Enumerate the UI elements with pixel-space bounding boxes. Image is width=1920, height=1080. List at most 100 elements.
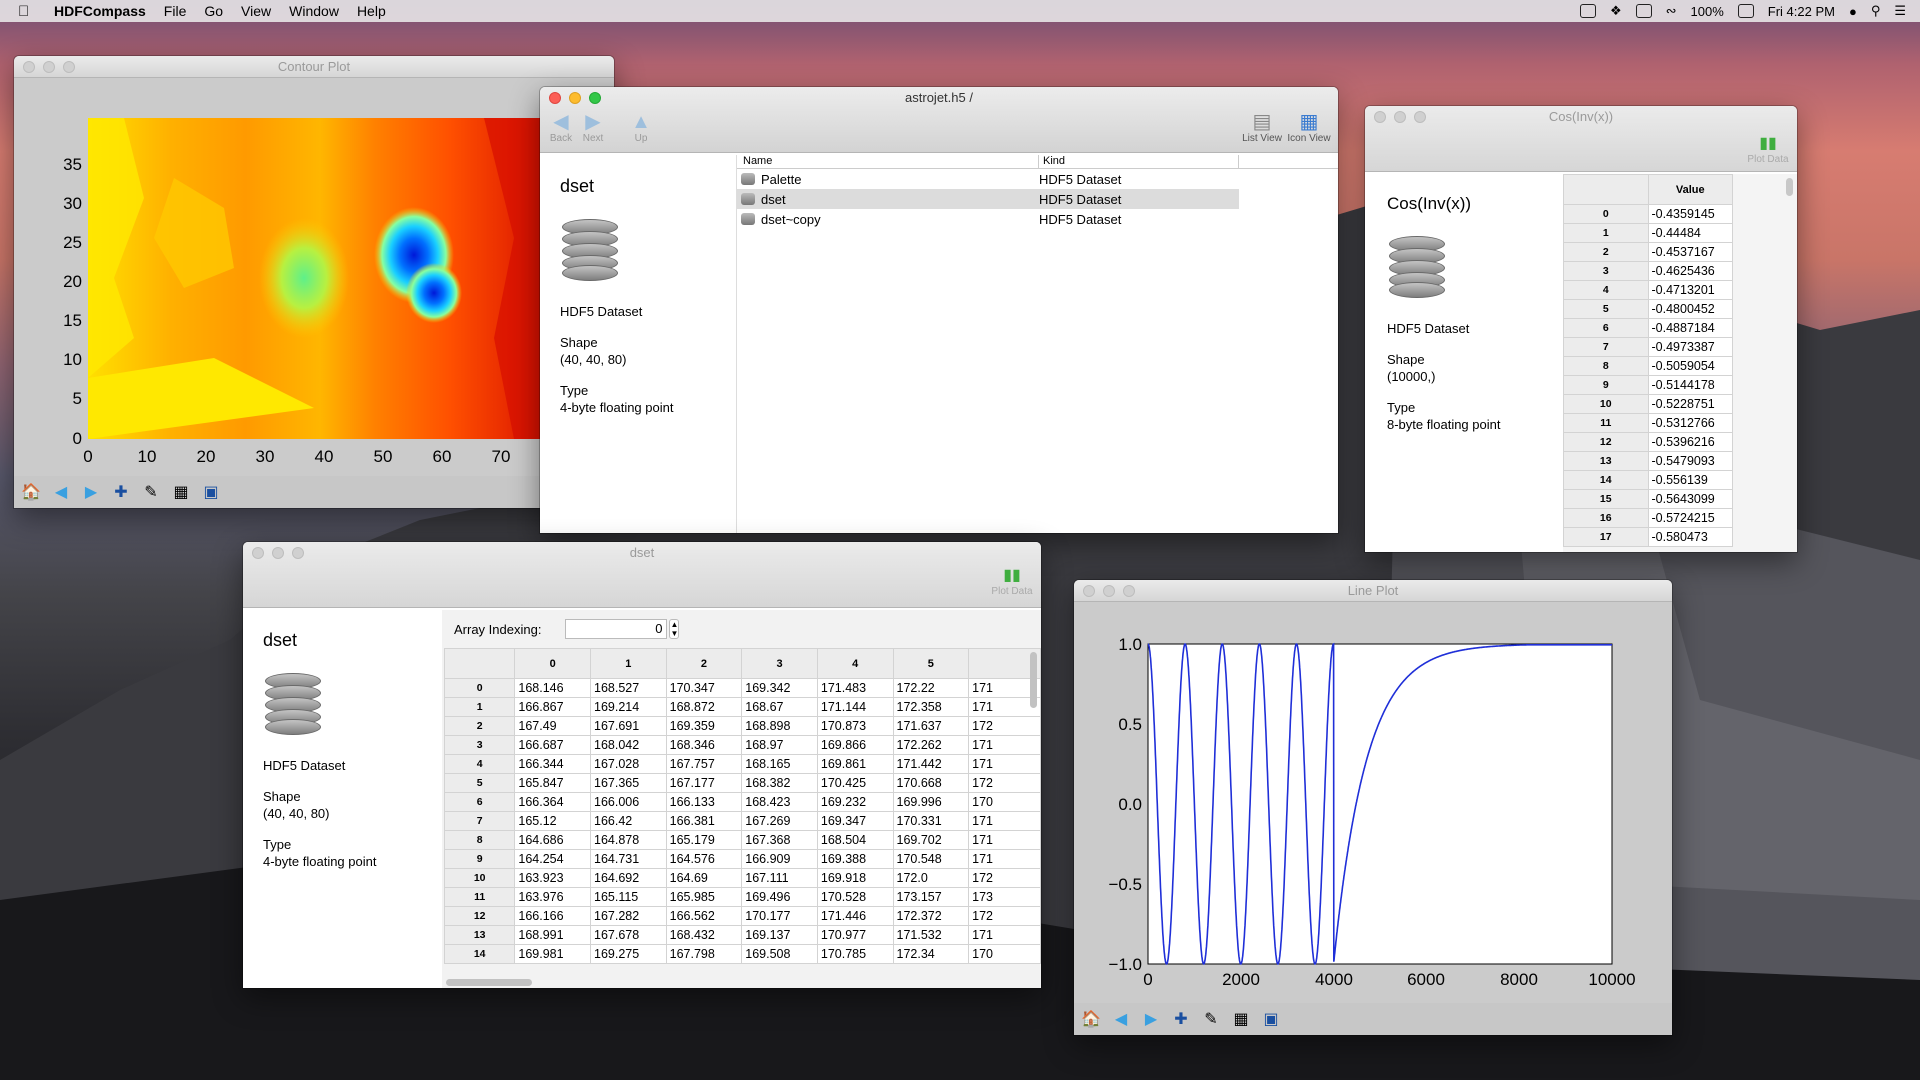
- table-row[interactable]: 17 -0.580473: [1563, 527, 1733, 547]
- table-cell[interactable]: 168.67: [741, 697, 818, 717]
- cell-value[interactable]: -0.5312766: [1647, 413, 1733, 433]
- table-cell[interactable]: 169.137: [741, 925, 818, 945]
- table-cell[interactable]: 172.34: [892, 944, 970, 964]
- cell-value[interactable]: -0.5724215: [1647, 508, 1733, 528]
- column-header[interactable]: 3: [741, 648, 818, 679]
- table-cell[interactable]: 168.97: [741, 735, 818, 755]
- configure-icon[interactable]: ▦: [1230, 1008, 1252, 1030]
- table-cell[interactable]: 170.873: [816, 716, 894, 736]
- pan-icon[interactable]: ✚: [110, 481, 132, 503]
- table-row[interactable]: 9 -0.5144178: [1563, 375, 1733, 395]
- cell-value[interactable]: -0.5643099: [1647, 489, 1733, 509]
- table-cell[interactable]: 171.442: [892, 754, 970, 774]
- table-row[interactable]: 4 166.344 167.028 167.757 168.165 169.861 171.…: [443, 754, 1041, 774]
- table-cell[interactable]: 170.528: [816, 887, 894, 907]
- table-row[interactable]: 10 163.923 164.692 164.69 167.111 169.918 172.…: [443, 868, 1041, 888]
- battery-percent[interactable]: 100%: [1691, 4, 1724, 19]
- list-item[interactable]: dset HDF5 Dataset: [737, 189, 1239, 209]
- table-row[interactable]: 0 168.146 168.527 170.347 169.342 171.483 172.…: [443, 678, 1041, 698]
- table-cell[interactable]: 169.918: [816, 868, 894, 888]
- cell-value[interactable]: -0.4625436: [1647, 261, 1733, 281]
- forward-icon[interactable]: ▶: [80, 481, 102, 503]
- column-name[interactable]: Name: [737, 155, 1039, 168]
- table-cell[interactable]: 171.637: [892, 716, 970, 736]
- table-cell[interactable]: 167.028: [590, 754, 667, 774]
- table-row[interactable]: 3 166.687 168.042 168.346 168.97 169.866 172.2…: [443, 735, 1041, 755]
- table-cell[interactable]: 171.532: [892, 925, 970, 945]
- table-cell[interactable]: 166.867: [514, 697, 591, 717]
- table-cell[interactable]: 167.368: [741, 830, 818, 850]
- table-cell[interactable]: 167.111: [741, 868, 818, 888]
- minimize-button[interactable]: [1103, 585, 1115, 597]
- table-cell[interactable]: 164.69: [665, 868, 743, 888]
- zoom-button[interactable]: [63, 61, 75, 73]
- table-cell[interactable]: 164.731: [590, 849, 667, 869]
- cell-value[interactable]: -0.5228751: [1647, 394, 1733, 414]
- close-button[interactable]: [1083, 585, 1095, 597]
- table-cell[interactable]: 164.686: [514, 830, 591, 850]
- table-row[interactable]: 2 167.49 167.691 169.359 168.898 170.873 171.6…: [443, 716, 1041, 736]
- table-cell[interactable]: 166.687: [514, 735, 591, 755]
- table-row[interactable]: 1 -0.44484: [1563, 223, 1733, 243]
- table-cell[interactable]: 163.923: [514, 868, 591, 888]
- table-row[interactable]: 11 -0.5312766: [1563, 413, 1733, 433]
- table-cell[interactable]: 171: [968, 830, 1041, 850]
- table-cell[interactable]: 171.144: [816, 697, 894, 717]
- table-cell[interactable]: 165.179: [665, 830, 743, 850]
- table-cell[interactable]: 171: [968, 849, 1041, 869]
- menu-file[interactable]: File: [164, 3, 187, 19]
- title-bar[interactable]: dset ▮▮ Plot Data: [243, 542, 1041, 608]
- cell-value[interactable]: -0.4887184: [1647, 318, 1733, 338]
- table-cell[interactable]: 170: [968, 792, 1041, 812]
- table-cell[interactable]: 169.996: [892, 792, 970, 812]
- pan-icon[interactable]: ✚: [1170, 1008, 1192, 1030]
- array-index-input[interactable]: 0: [565, 619, 668, 639]
- table-row[interactable]: 12 166.166 167.282 166.562 170.177 171.446 172…: [443, 906, 1041, 926]
- table-cell[interactable]: 168.146: [514, 678, 591, 698]
- table-cell[interactable]: 172.22: [892, 678, 970, 698]
- table-cell[interactable]: 166.42: [590, 811, 667, 831]
- table-cell[interactable]: 167.757: [665, 754, 743, 774]
- configure-icon[interactable]: ▦: [170, 481, 192, 503]
- table-row[interactable]: 16 -0.5724215: [1563, 508, 1733, 528]
- table-cell[interactable]: 169.388: [816, 849, 894, 869]
- save-icon[interactable]: ▣: [200, 481, 222, 503]
- list-item[interactable]: dset~copy HDF5 Dataset: [737, 209, 1239, 229]
- table-cell[interactable]: 170.785: [816, 944, 894, 964]
- cell-value[interactable]: -0.5396216: [1647, 432, 1733, 452]
- wifi-icon[interactable]: ∾: [1666, 3, 1677, 19]
- dropbox-icon[interactable]: ❖: [1610, 3, 1622, 19]
- table-cell[interactable]: 172: [968, 906, 1041, 926]
- airplay-icon[interactable]: [1635, 4, 1652, 18]
- table-cell[interactable]: 165.985: [665, 887, 743, 907]
- table-row[interactable]: 1 166.867 169.214 168.872 168.67 171.144 172.3…: [443, 697, 1041, 717]
- table-cell[interactable]: 169.232: [816, 792, 894, 812]
- table-cell[interactable]: 165.847: [514, 773, 591, 793]
- title-bar[interactable]: astrojet.h5 / ◀ Back ▶ Next ▲ Up ▤ List View…: [540, 87, 1338, 153]
- table-row[interactable]: 6 -0.4887184: [1563, 318, 1733, 338]
- title-bar[interactable]: Line Plot: [1074, 580, 1672, 602]
- table-row[interactable]: 13 -0.5479093: [1563, 451, 1733, 471]
- table-cell[interactable]: 169.214: [590, 697, 667, 717]
- table-cell[interactable]: 169.496: [741, 887, 818, 907]
- table-cell[interactable]: 167.678: [590, 925, 667, 945]
- table-cell[interactable]: 170.548: [892, 849, 970, 869]
- back-icon[interactable]: ◀: [1110, 1008, 1132, 1030]
- table-cell[interactable]: 172.262: [892, 735, 970, 755]
- minimize-button[interactable]: [43, 61, 55, 73]
- table-cell[interactable]: 170.425: [816, 773, 894, 793]
- apple-menu-icon[interactable]: : [18, 3, 40, 20]
- table-cell[interactable]: 172: [968, 868, 1041, 888]
- table-cell[interactable]: 167.365: [590, 773, 667, 793]
- home-icon[interactable]: 🏠: [1080, 1008, 1102, 1030]
- table-row[interactable]: 11 163.976 165.115 165.985 169.496 170.528 173…: [443, 887, 1041, 907]
- table-row[interactable]: 5 -0.4800452: [1563, 299, 1733, 319]
- table-cell[interactable]: 169.342: [741, 678, 818, 698]
- table-row[interactable]: 10 -0.5228751: [1563, 394, 1733, 414]
- table-cell[interactable]: 166.909: [741, 849, 818, 869]
- table-cell[interactable]: 173.157: [892, 887, 970, 907]
- line-plot[interactable]: 1.0 0.5 0.0 −0.5 −1.0 0 2000 4000 6000 8000 1…: [1074, 602, 1672, 1003]
- table-cell[interactable]: 169.866: [816, 735, 894, 755]
- contour-plot[interactable]: 3530 2520 1510 50 0 10 20 30 40 50 60 70: [14, 78, 614, 476]
- table-row[interactable]: 9 164.254 164.731 164.576 166.909 169.388 170.…: [443, 849, 1041, 869]
